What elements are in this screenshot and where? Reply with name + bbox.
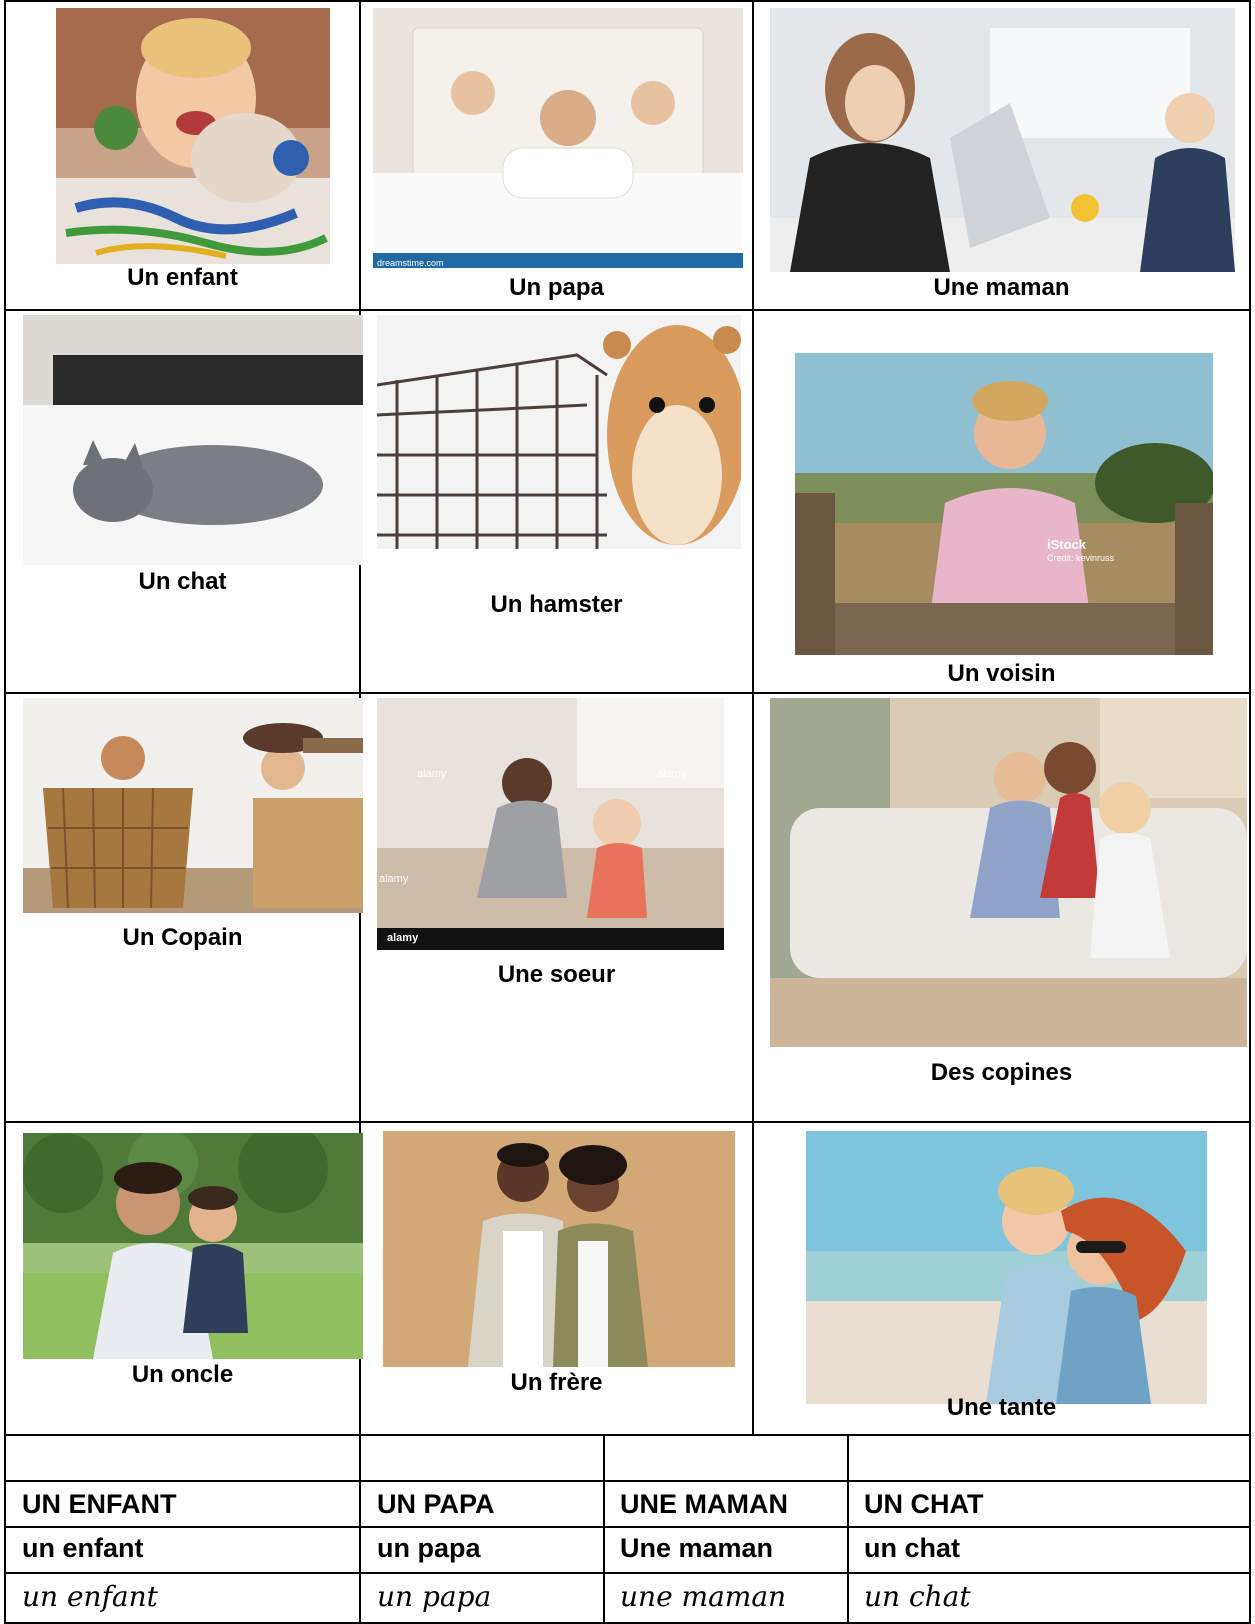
card-voisin: iStock Credit: kevinruss Un voisin xyxy=(754,311,1249,692)
watermark-text: alamy xyxy=(417,768,447,780)
watermark-brand: iStock xyxy=(1047,537,1087,552)
card-label: Un oncle xyxy=(131,1361,234,1388)
card-hamster: Un hamster xyxy=(361,311,752,692)
card-enfant: Un enfant xyxy=(6,2,359,309)
card-tante: Une tante xyxy=(754,1123,1249,1434)
watermark-credit: Credit: kevinruss xyxy=(1047,553,1115,563)
card-maman: Une maman xyxy=(754,2,1249,309)
sister-baby-icon: alamy alamy alamy alamy xyxy=(377,698,724,950)
word-upper: UN CHAT xyxy=(864,1489,984,1519)
cat-on-bed-icon xyxy=(23,315,363,565)
word-cursive: une maman xyxy=(620,1580,787,1613)
girlfriends-sofa-icon xyxy=(770,698,1247,1047)
card-label: Des copines xyxy=(930,1059,1073,1086)
watermark-text: alamy xyxy=(379,873,409,885)
card-soeur: alamy alamy alamy alamy Une soeur xyxy=(361,694,752,1121)
card-label: Une tante xyxy=(946,1394,1057,1421)
card-papa: Un papa dreamstime.com xyxy=(361,2,752,309)
word-lower: Une maman xyxy=(620,1533,774,1563)
word-cursive: un enfant xyxy=(22,1580,158,1613)
word-cursive: un papa xyxy=(377,1580,492,1613)
card-label: Un frère xyxy=(510,1369,603,1396)
card-chat: Un chat xyxy=(6,311,363,692)
word-upper: UN PAPA xyxy=(377,1489,495,1519)
word-upper: UN ENFANT xyxy=(22,1489,177,1519)
child-painting-icon xyxy=(56,8,330,264)
card-label: Un enfant xyxy=(127,264,238,291)
watermark-text: alamy xyxy=(657,768,687,780)
brothers-icon xyxy=(383,1131,735,1367)
aunt-beach-icon xyxy=(806,1131,1207,1404)
watermark-bar-text: alamy xyxy=(387,932,419,944)
uncle-piggyback-icon xyxy=(23,1133,363,1359)
card-label: Un Copain xyxy=(122,924,243,951)
word-lower: un chat xyxy=(864,1533,961,1563)
card-label: Un voisin xyxy=(947,660,1056,687)
card-label: Un hamster xyxy=(490,591,623,618)
word-cursive: un chat xyxy=(864,1580,971,1613)
card-oncle: Un oncle xyxy=(6,1123,363,1434)
hamster-cage-icon xyxy=(377,315,741,549)
card-label: Un chat xyxy=(138,568,227,595)
card-label: Un papa xyxy=(509,274,604,301)
word-lower: un enfant xyxy=(22,1533,144,1563)
friends-boxes-icon xyxy=(23,698,363,913)
father-with-kids-icon xyxy=(373,8,743,268)
word-lower: un papa xyxy=(377,1533,481,1563)
watermark-text: dreamstime.com xyxy=(377,258,444,268)
word-upper: UNE MAMAN xyxy=(620,1489,788,1519)
neighbor-fence-icon: iStock Credit: kevinruss xyxy=(795,353,1213,655)
card-label: Une maman xyxy=(933,274,1070,301)
card-frere: Un frère xyxy=(361,1123,752,1434)
card-copines: Des copines xyxy=(754,694,1249,1121)
mother-laptop-icon xyxy=(770,8,1235,272)
card-copain: Un Copain xyxy=(6,694,363,1121)
card-label: Une soeur xyxy=(497,961,616,988)
